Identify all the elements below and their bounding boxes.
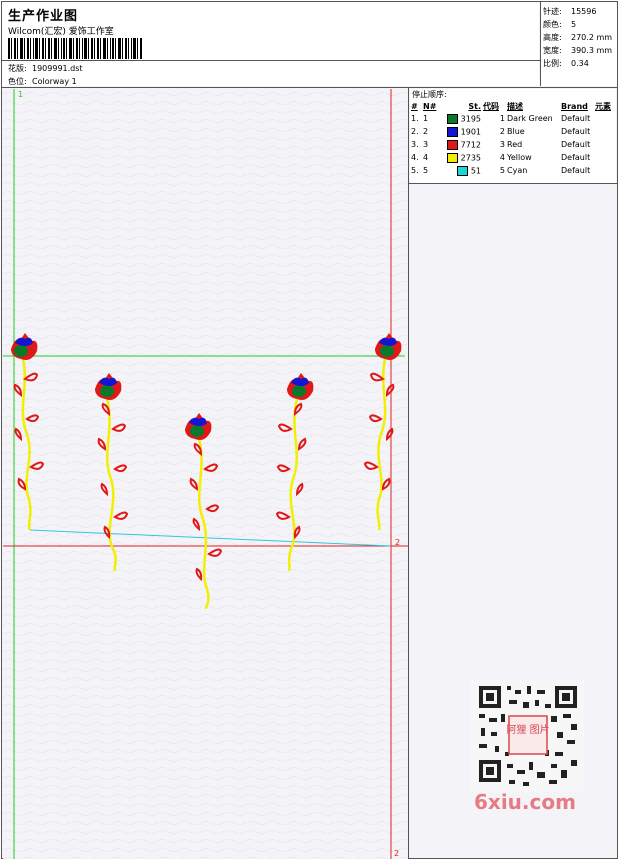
color-swatch <box>457 165 469 176</box>
header-divider <box>2 60 540 61</box>
barcode-icon <box>8 38 142 59</box>
colorway-info: 色位: Colorway 1 <box>8 76 77 87</box>
stop-sequence-title: 停止顺序: <box>412 90 447 99</box>
qr-code-icon: 阿狸 图片 <box>471 680 584 792</box>
table-row: 3. 3 7712 3 Red Default <box>411 139 591 150</box>
stat-scale: 比例: 0.34 <box>543 59 589 68</box>
design-label: 花版: <box>8 64 27 73</box>
stat-height: 高度: 270.2 mm <box>543 33 613 42</box>
design-value: 1909991.dst <box>32 64 83 73</box>
page-title: 生产作业图 <box>8 9 79 24</box>
stop-sequence-panel: 停止顺序: # N# St. 代码 描述 Brand 元素 1. 1 3195 1… <box>410 89 616 184</box>
watermark-text: 6xiu.com <box>474 790 576 814</box>
marker-start: 1 <box>18 90 23 99</box>
embroidery-canvas: 1 2 2 <box>3 89 408 859</box>
table-header: # N# St. 代码 描述 Brand 元素 <box>411 101 611 111</box>
table-row: 1. 1 3195 1 Dark Green Default <box>411 113 591 124</box>
table-row: 4. 4 2735 4 Yellow Default <box>411 152 591 163</box>
table-row: 5. 5 51 5 Cyan Default <box>411 165 591 176</box>
studio-name: Wilcom(汇宏) 爱饰工作室 <box>8 27 114 37</box>
colorway-value: Colorway 1 <box>32 77 77 86</box>
stop-sequence-table: # N# St. 代码 描述 Brand 元素 1. 1 3195 1 Dark G… <box>410 100 612 177</box>
canvas-divider <box>408 87 409 859</box>
color-swatch <box>447 152 459 163</box>
color-swatch <box>447 113 459 124</box>
stat-stitches: 针迹: 15596 <box>543 7 597 16</box>
header-bottom-divider <box>2 87 617 88</box>
colorway-label: 色位: <box>8 77 27 86</box>
header-info: 生产作业图 Wilcom(汇宏) 爱饰工作室 花版: 1909991.dst 色位… <box>2 2 539 86</box>
panel-bottom-divider <box>409 183 617 184</box>
stat-colors: 颜色: 5 <box>543 20 577 29</box>
watermark-stamp: 阿狸 图片 <box>506 723 549 736</box>
marker-end-right: 2 <box>395 538 400 547</box>
marker-end-bottom: 2 <box>394 849 399 858</box>
design-info: 花版: 1909991.dst <box>8 63 83 74</box>
stat-width: 宽度: 390.3 mm <box>543 46 613 55</box>
color-swatch <box>447 139 459 150</box>
color-swatch <box>447 126 459 137</box>
table-row: 2. 2 1901 2 Blue Default <box>411 126 591 137</box>
